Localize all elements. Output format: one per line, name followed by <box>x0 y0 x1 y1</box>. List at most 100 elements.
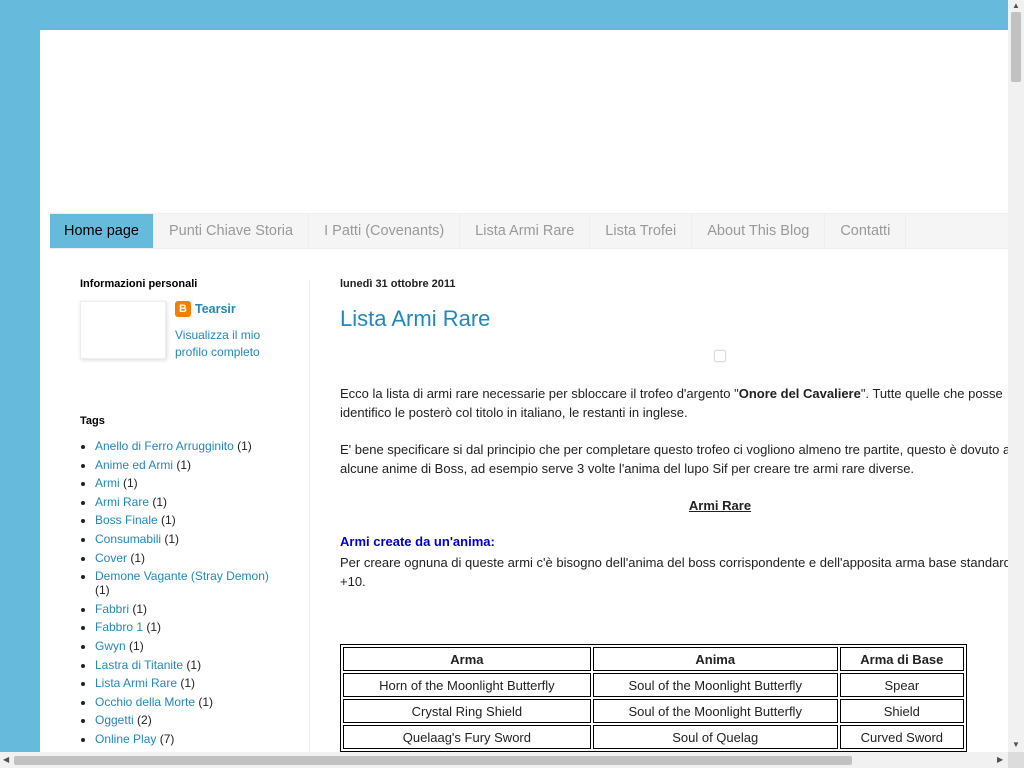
horizontal-scrollbar[interactable]: ◀ ▶ <box>0 752 1008 768</box>
tag-count: (1) <box>152 494 168 509</box>
vertical-scrollbar[interactable]: ▲ ▼ <box>1008 0 1024 752</box>
table-cell: Horn of the Moonlight Butterfly <box>343 673 591 697</box>
table-row: Crystal Ring Shield Soul of the Moonligh… <box>343 699 964 723</box>
intro-text: Ecco la lista di armi rare necessarie pe… <box>340 386 739 401</box>
avatar[interactable] <box>80 301 166 359</box>
scroll-up-arrow-icon[interactable]: ▲ <box>1012 1 1020 11</box>
tag-count: (1) <box>164 531 180 546</box>
tag-count: (1) <box>123 476 138 491</box>
view-profile-link[interactable]: Visualizza il mio profilo completo <box>175 327 295 361</box>
column-divider <box>309 280 310 752</box>
profile-widget: B Tearsir Visualizza il mio profilo comp… <box>80 301 300 381</box>
page-tabs: Home page Punti Chiave Storia I Patti (C… <box>50 213 1008 249</box>
list-item: Armi Rare (1) <box>95 495 300 509</box>
section-title: Armi Rare <box>688 498 752 513</box>
rare-weapons-table: Arma Anima Arma di Base Horn of the Moon… <box>340 644 967 752</box>
table-header: Anima <box>592 647 838 671</box>
tag-link[interactable]: Armi <box>95 476 120 490</box>
tag-link[interactable]: Armi Rare <box>95 495 149 509</box>
list-item: Online Play (7) <box>95 732 300 746</box>
list-item: Lastra di Titanite (1) <box>95 658 300 672</box>
table-cell: Shield <box>839 699 964 723</box>
tag-count: (1) <box>132 601 148 616</box>
tab-punti-chiave-storia[interactable]: Punti Chiave Storia <box>154 214 310 248</box>
tab-about-this-blog[interactable]: About This Blog <box>692 214 826 248</box>
tag-count: (1) <box>237 439 252 453</box>
note-line1: E' bene specificare si dal principio che… <box>340 442 1008 457</box>
list-item: Demone Vagante (Stray Demon)(1) <box>95 569 300 597</box>
vertical-scroll-thumb[interactable] <box>1011 12 1021 82</box>
tags-widget-title: Tags <box>80 415 105 427</box>
tags-list: Anello di Ferro Arrugginito (1) Anime ed… <box>80 439 300 746</box>
tag-link[interactable]: Anello di Ferro Arrugginito <box>95 439 234 453</box>
image-placeholder <box>714 350 726 362</box>
tag-link[interactable]: Lastra di Titanite <box>95 658 183 672</box>
trophy-name: Onore del Cavaliere <box>738 386 861 401</box>
intro-text-line2: identifico le posterò col titolo in ital… <box>340 405 688 420</box>
list-item: Cover (1) <box>95 551 300 565</box>
tag-link[interactable]: Cover <box>95 551 127 565</box>
tag-count: (1) <box>95 583 110 598</box>
scrollbar-corner <box>1008 752 1024 768</box>
soul-weapons-line2: +10. <box>340 574 366 589</box>
list-item: Fabbro 1 (1) <box>95 620 300 634</box>
table-header-row: Arma Anima Arma di Base <box>343 647 964 671</box>
tag-link[interactable]: Oggetti <box>95 713 134 727</box>
tag-link[interactable]: Boss Finale <box>95 513 158 527</box>
tab-i-patti[interactable]: I Patti (Covenants) <box>309 214 461 248</box>
tag-count: (1) <box>198 694 214 709</box>
list-item: Occhio della Morte (1) <box>95 695 300 709</box>
profile-name-link[interactable]: Tearsir <box>195 302 236 316</box>
tag-count: (1) <box>186 657 202 672</box>
tag-link[interactable]: Occhio della Morte <box>95 695 195 709</box>
scroll-right-arrow-icon[interactable]: ▶ <box>997 755 1003 765</box>
soul-weapons-paragraph: Per creare ognuna di queste armi c'è bis… <box>340 553 1008 591</box>
scroll-left-arrow-icon[interactable]: ◀ <box>3 755 9 765</box>
table-cell: Spear <box>839 673 964 697</box>
tag-count: (1) <box>176 457 192 472</box>
soul-weapons-line1: Per creare ognuna di queste armi c'è bis… <box>340 555 1008 570</box>
table-cell: Curved Sword <box>839 725 964 749</box>
sidebar: Informazioni personali B Tearsir Visuali… <box>80 278 300 751</box>
tab-lista-armi-rare[interactable]: Lista Armi Rare <box>460 214 591 248</box>
blogger-icon: B <box>175 301 191 317</box>
post-column: lunedì 31 ottobre 2011 Lista Armi Rare E… <box>340 278 1008 752</box>
tag-link[interactable]: Online Play <box>95 732 156 746</box>
tag-link[interactable]: Consumabili <box>95 532 161 546</box>
list-item: Consumabili (1) <box>95 532 300 546</box>
scroll-down-arrow-icon[interactable]: ▼ <box>1012 740 1020 750</box>
list-item: Gwyn (1) <box>95 639 300 653</box>
tag-link[interactable]: Demone Vagante (Stray Demon) <box>95 569 269 583</box>
tag-count: (1) <box>129 638 144 653</box>
intro-paragraph: Ecco la lista di armi rare necessarie pe… <box>340 384 1003 422</box>
tab-contatti[interactable]: Contatti <box>825 214 907 248</box>
tab-lista-trofei[interactable]: Lista Trofei <box>590 214 693 248</box>
table-cell: Crystal Ring Shield <box>343 699 591 723</box>
tag-link[interactable]: Fabbro 1 <box>95 620 143 634</box>
table-cell: Soul of the Moonlight Butterfly <box>592 699 838 723</box>
subsection-title: Armi create da un'anima: <box>340 534 495 549</box>
post-title[interactable]: Lista Armi Rare <box>340 306 1008 332</box>
profile-name: B Tearsir <box>175 301 236 317</box>
tag-count: (7) <box>159 731 175 746</box>
browser-viewport: Home page Punti Chiave Storia I Patti (C… <box>0 0 1008 752</box>
horizontal-scroll-thumb[interactable] <box>14 756 852 765</box>
blog-page: Home page Punti Chiave Storia I Patti (C… <box>40 30 1008 752</box>
table-cell: Soul of the Moonlight Butterfly <box>592 673 838 697</box>
tag-count: (2) <box>137 713 152 728</box>
table-cell: Soul of Quelag <box>592 725 838 749</box>
tag-link[interactable]: Anime ed Armi <box>95 458 173 472</box>
profile-widget-title: Informazioni personali <box>80 278 198 290</box>
tag-link[interactable]: Lista Armi Rare <box>95 676 177 690</box>
table-row: Horn of the Moonlight Butterfly Soul of … <box>343 673 964 697</box>
list-item: Anello di Ferro Arrugginito (1) <box>95 439 300 453</box>
tag-link[interactable]: Gwyn <box>95 639 126 653</box>
intro-text-end: ". Tutte quelle che posse <box>860 386 1003 401</box>
tag-link[interactable]: Fabbri <box>95 602 129 616</box>
tab-home-page[interactable]: Home page <box>50 214 154 248</box>
post-date: lunedì 31 ottobre 2011 <box>340 278 456 290</box>
tag-count: (1) <box>130 550 146 565</box>
tag-count: (1) <box>146 620 162 635</box>
table-cell: Quelaag's Fury Sword <box>343 725 591 749</box>
table-header: Arma <box>343 647 591 671</box>
